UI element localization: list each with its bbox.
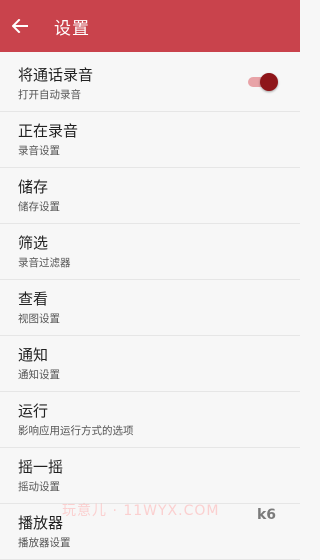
setting-item-title: 将通话录音 <box>18 66 94 84</box>
setting-item-title: 摇一摇 <box>18 458 64 476</box>
setting-item-title: 查看 <box>18 290 49 308</box>
setting-item-title: 正在录音 <box>18 122 79 140</box>
auto-record-toggle[interactable] <box>246 72 278 92</box>
setting-item-title: 播放器 <box>18 514 64 532</box>
setting-item-subtitle: 影响应用运行方式的选项 <box>18 425 134 437</box>
setting-item-subtitle: 打开自动录音 <box>18 89 81 101</box>
setting-item-subtitle: 录音过滤器 <box>18 257 71 269</box>
toggle-knob <box>260 73 278 91</box>
setting-item-recording[interactable]: 正在录音 录音设置 <box>0 112 300 168</box>
setting-item-subtitle: 储存设置 <box>18 201 60 213</box>
setting-item-record-calls[interactable]: 将通话录音 打开自动录音 <box>0 56 300 112</box>
setting-item-player[interactable]: 播放器 播放器设置 <box>0 504 300 560</box>
setting-item-storage[interactable]: 储存 储存设置 <box>0 168 300 224</box>
setting-item-title: 储存 <box>18 178 49 196</box>
arrow-left-icon <box>12 19 28 33</box>
setting-item-notification[interactable]: 通知 通知设置 <box>0 336 300 392</box>
setting-item-view[interactable]: 查看 视图设置 <box>0 280 300 336</box>
page-title: 设置 <box>54 18 90 39</box>
setting-item-shake[interactable]: 摇一摇 摇动设置 <box>0 448 300 504</box>
setting-item-subtitle: 摇动设置 <box>18 481 60 493</box>
setting-item-subtitle: 通知设置 <box>18 369 60 381</box>
app-bar: 设置 <box>0 0 300 52</box>
setting-item-subtitle: 录音设置 <box>18 145 60 157</box>
setting-item-title: 通知 <box>18 346 49 364</box>
setting-item-filter[interactable]: 筛选 录音过滤器 <box>0 224 300 280</box>
setting-item-subtitle: 播放器设置 <box>18 537 71 549</box>
back-button[interactable] <box>0 0 40 52</box>
setting-item-title: 筛选 <box>18 234 49 252</box>
setting-item-title: 运行 <box>18 402 49 420</box>
setting-item-run[interactable]: 运行 影响应用运行方式的选项 <box>0 392 300 448</box>
settings-list: 将通话录音 打开自动录音 正在录音 录音设置 储存 储存设置 筛选 录音过滤器 … <box>0 56 300 560</box>
setting-item-subtitle: 视图设置 <box>18 313 60 325</box>
